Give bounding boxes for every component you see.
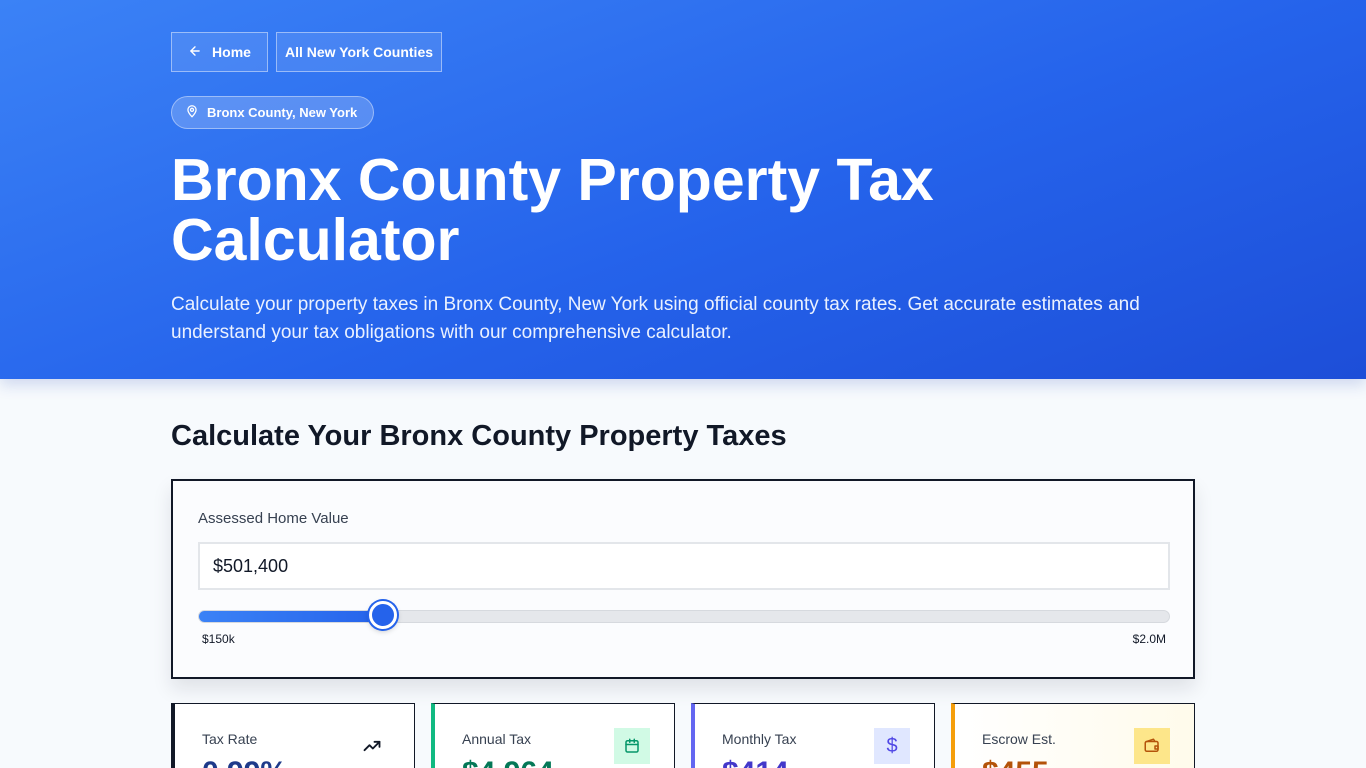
location-badge: Bronx County, New York — [171, 96, 374, 129]
home-button[interactable]: Home — [171, 32, 268, 72]
stat-label: Escrow Est. — [982, 731, 1056, 747]
location-label: Bronx County, New York — [207, 105, 358, 120]
dollar-icon: $ — [874, 728, 910, 764]
page-subtitle: Calculate your property taxes in Bronx C… — [171, 294, 1140, 343]
home-button-label: Home — [212, 44, 251, 60]
stat-label: Annual Tax — [462, 731, 532, 747]
calculator-card: Assessed Home Value $150k $2.0M — [171, 479, 1195, 679]
stat-value: $455 — [982, 756, 1049, 768]
home-value-slider-track[interactable] — [198, 610, 1170, 623]
wallet-icon — [1134, 728, 1170, 764]
stat-value: 0.99% — [202, 756, 287, 768]
all-counties-button[interactable]: All New York Counties — [276, 32, 442, 72]
slider-min-label: $150k — [202, 632, 235, 646]
home-value-input[interactable] — [198, 542, 1170, 590]
stat-card-tax-rate: Tax Rate 0.99% — [171, 703, 415, 768]
home-value-label: Assessed Home Value — [198, 510, 349, 527]
all-counties-label: All New York Counties — [284, 44, 434, 60]
slider-max-label: $2.0M — [1132, 632, 1166, 646]
home-value-slider-fill — [199, 611, 384, 622]
hero-banner: Home All New York Counties Bronx County,… — [0, 0, 1366, 379]
stat-card-escrow: Escrow Est. $455 — [951, 703, 1195, 768]
map-pin-icon — [185, 104, 199, 121]
stat-card-annual-tax: Annual Tax $4,964 — [431, 703, 675, 768]
stat-label: Tax Rate — [202, 731, 258, 747]
stat-label: Monthly Tax — [722, 731, 797, 747]
home-value-slider-thumb[interactable] — [368, 601, 397, 629]
stat-value: $4,964 — [462, 756, 554, 768]
calculator-section-title: Calculate Your Bronx County Property Tax… — [171, 420, 787, 452]
stat-card-monthly-tax: Monthly Tax $414 $ — [691, 703, 935, 768]
arrow-left-icon — [188, 44, 202, 61]
stat-value: $414 — [722, 756, 789, 768]
page-title: Bronx County Property Tax Calculator — [171, 147, 934, 273]
trending-up-icon — [354, 728, 390, 764]
calendar-icon — [614, 728, 650, 764]
